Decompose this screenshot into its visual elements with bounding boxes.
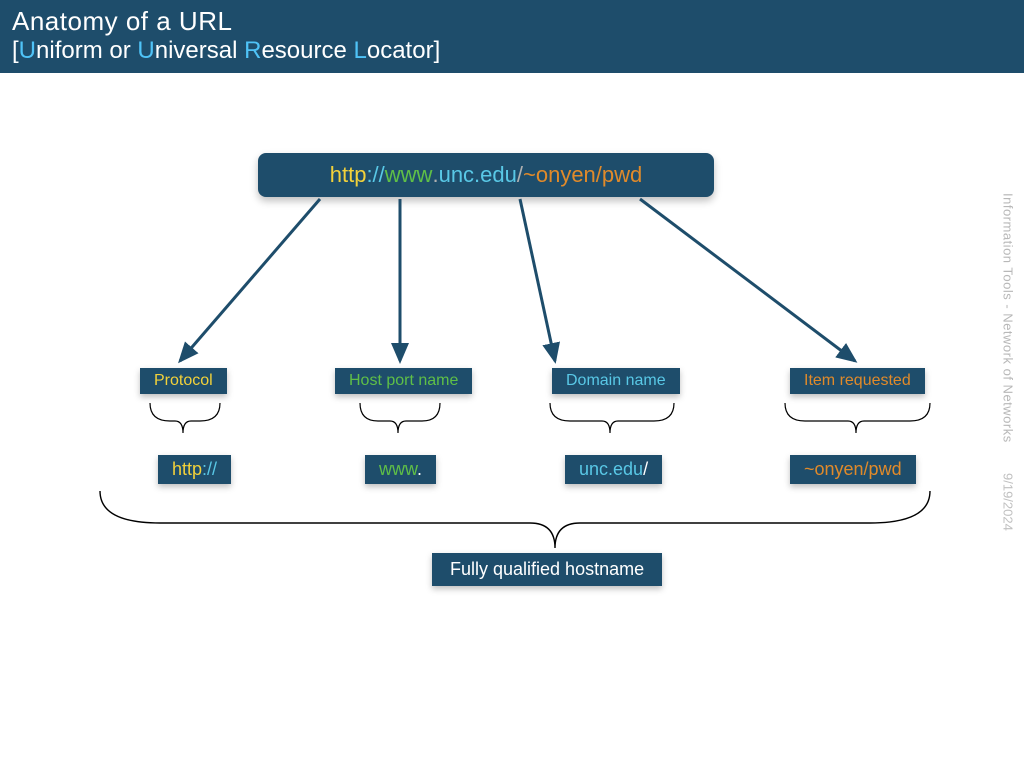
label-domain: Domain name xyxy=(552,368,680,394)
url-sep: :// xyxy=(366,162,384,188)
value-host: www. xyxy=(365,455,436,484)
label-fullhostname: Fully qualified hostname xyxy=(432,553,662,586)
value-domain-slash: / xyxy=(643,459,648,479)
url-http: http xyxy=(330,162,367,188)
subtitle-r1: niform or xyxy=(36,37,137,64)
diagram-stage: http://www.unc.edu/~onyen/pwd Protocol H… xyxy=(0,73,1024,753)
subtitle-r3: esource xyxy=(261,37,353,64)
label-host: Host port name xyxy=(335,368,472,394)
side-title: Information Tools - Network of Networks xyxy=(1001,193,1016,443)
label-item: Item requested xyxy=(790,368,925,394)
slide-subtitle: [Uniform or Universal Resource Locator] xyxy=(12,37,1012,65)
value-domain: unc.edu/ xyxy=(565,455,662,484)
value-host-www: www xyxy=(379,459,417,479)
url-box: http://www.unc.edu/~onyen/pwd xyxy=(258,153,714,197)
value-domain-unc: unc.edu xyxy=(579,459,643,479)
bracket-open: [ xyxy=(12,37,19,64)
url-domain: unc.edu xyxy=(439,162,517,188)
value-protocol-sep: :// xyxy=(202,459,217,479)
subtitle-r2: niversal xyxy=(155,37,244,64)
value-item: ~onyen/pwd xyxy=(790,455,916,484)
subtitle-u1: U xyxy=(19,37,36,64)
slide-title: Anatomy of a URL xyxy=(12,6,1012,37)
side-meta: Information Tools - Network of Networks … xyxy=(996,193,1020,693)
value-protocol: http:// xyxy=(158,455,231,484)
label-protocol: Protocol xyxy=(140,368,227,394)
subtitle-u3: R xyxy=(244,37,261,64)
slide-header: Anatomy of a URL [Uniform or Universal R… xyxy=(0,0,1024,73)
subtitle-u4: L xyxy=(354,37,367,64)
subtitle-r4: ocator xyxy=(367,37,434,64)
url-path: ~onyen/pwd xyxy=(523,162,642,188)
subtitle-u2: U xyxy=(137,37,154,64)
value-item-path: ~onyen/pwd xyxy=(804,459,902,479)
value-host-dot: . xyxy=(417,459,422,479)
bracket-close: ] xyxy=(434,37,441,64)
side-date: 9/19/2024 xyxy=(1001,473,1016,531)
url-www: www xyxy=(385,162,433,188)
value-protocol-http: http xyxy=(172,459,202,479)
